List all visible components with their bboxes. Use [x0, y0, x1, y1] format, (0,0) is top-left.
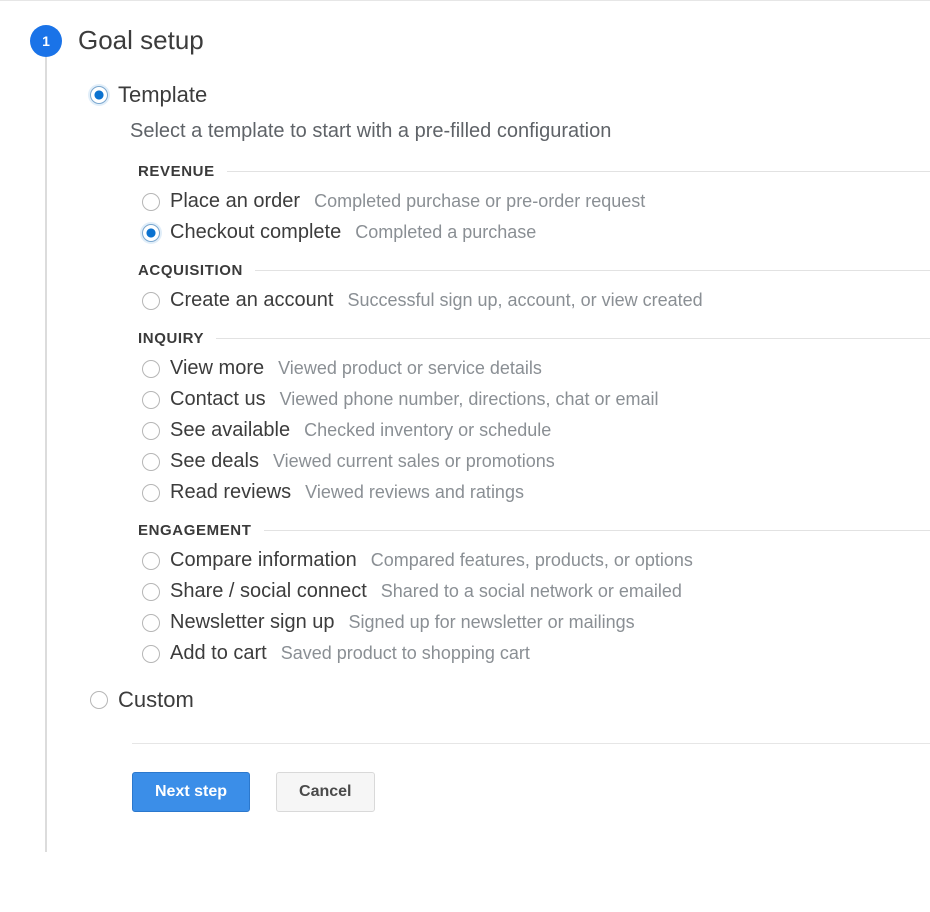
radio-icon: [90, 86, 108, 104]
template-group: INQUIRY View more Viewed product or servic…: [138, 330, 930, 504]
template-group: REVENUE Place an order Completed purchase …: [138, 163, 930, 244]
template-option-label: See available: [170, 419, 290, 442]
template-option-desc: Shared to a social network or emailed: [381, 581, 682, 602]
group-title: ENGAGEMENT: [138, 522, 252, 539]
template-option-label: Create an account: [170, 289, 333, 312]
group-heading: ACQUISITION: [138, 262, 930, 279]
template-option-label: View more: [170, 357, 264, 380]
template-group: ACQUISITION Create an account Successful s…: [138, 262, 930, 312]
goal-type-template-label: Template: [118, 82, 207, 108]
template-option[interactable]: Place an order Completed purchase or pre-…: [142, 190, 930, 213]
radio-icon: [142, 583, 160, 601]
template-option-desc: Completed a purchase: [355, 222, 536, 243]
divider-line: [227, 171, 930, 172]
template-option-desc: Viewed reviews and ratings: [305, 482, 524, 503]
template-option-label: Compare information: [170, 549, 357, 572]
radio-icon: [142, 360, 160, 378]
template-group: ENGAGEMENT Compare information Compared fe…: [138, 522, 930, 665]
radio-icon: [142, 645, 160, 663]
radio-icon: [142, 453, 160, 471]
goal-type-custom-option[interactable]: Custom: [90, 687, 930, 713]
template-option-label: See deals: [170, 450, 259, 473]
divider-line: [216, 338, 930, 339]
group-title: REVENUE: [138, 163, 215, 180]
group-heading: REVENUE: [138, 163, 930, 180]
template-option[interactable]: Read reviews Viewed reviews and ratings: [142, 481, 930, 504]
template-option[interactable]: Contact us Viewed phone number, direction…: [142, 388, 930, 411]
template-option-desc: Checked inventory or schedule: [304, 420, 551, 441]
template-option[interactable]: Create an account Successful sign up, acc…: [142, 289, 930, 312]
radio-icon: [142, 391, 160, 409]
template-option[interactable]: Checkout complete Completed a purchase: [142, 221, 930, 244]
step-connector-line: [45, 57, 47, 852]
template-option-desc: Signed up for newsletter or mailings: [349, 612, 635, 633]
template-option[interactable]: See available Checked inventory or schedu…: [142, 419, 930, 442]
template-option-desc: Saved product to shopping cart: [281, 643, 530, 664]
template-option-label: Contact us: [170, 388, 266, 411]
radio-icon: [142, 484, 160, 502]
template-option-label: Share / social connect: [170, 580, 367, 603]
template-option-label: Newsletter sign up: [170, 611, 335, 634]
cancel-button[interactable]: Cancel: [276, 772, 374, 812]
template-option-desc: Viewed product or service details: [278, 358, 542, 379]
template-option[interactable]: Compare information Compared features, pr…: [142, 549, 930, 572]
divider-line: [255, 270, 930, 271]
divider-line: [264, 530, 930, 531]
radio-icon: [142, 193, 160, 211]
template-option[interactable]: Newsletter sign up Signed up for newslett…: [142, 611, 930, 634]
template-option-desc: Viewed current sales or promotions: [273, 451, 555, 472]
radio-icon: [142, 224, 160, 242]
radio-icon: [142, 422, 160, 440]
template-option-desc: Compared features, products, or options: [371, 550, 693, 571]
template-option-desc: Viewed phone number, directions, chat or…: [280, 389, 659, 410]
group-heading: INQUIRY: [138, 330, 930, 347]
template-option-desc: Completed purchase or pre-order request: [314, 191, 645, 212]
template-option-desc: Successful sign up, account, or view cre…: [347, 290, 702, 311]
group-title: ACQUISITION: [138, 262, 243, 279]
next-step-button[interactable]: Next step: [132, 772, 250, 812]
template-option[interactable]: Add to cart Saved product to shopping car…: [142, 642, 930, 665]
radio-icon: [142, 292, 160, 310]
template-option-label: Place an order: [170, 190, 300, 213]
step-title: Goal setup: [78, 25, 930, 56]
radio-icon: [90, 691, 108, 709]
template-option[interactable]: View more Viewed product or service detai…: [142, 357, 930, 380]
radio-icon: [142, 552, 160, 570]
template-option-label: Add to cart: [170, 642, 267, 665]
template-option[interactable]: See deals Viewed current sales or promoti…: [142, 450, 930, 473]
template-help-text: Select a template to start with a pre-fi…: [130, 120, 930, 143]
template-option-label: Read reviews: [170, 481, 291, 504]
template-option[interactable]: Share / social connect Shared to a social…: [142, 580, 930, 603]
group-heading: ENGAGEMENT: [138, 522, 930, 539]
goal-type-template-option[interactable]: Template: [90, 82, 930, 108]
goal-type-custom-label: Custom: [118, 687, 194, 713]
group-title: INQUIRY: [138, 330, 204, 347]
step-number-badge: 1: [30, 25, 62, 57]
radio-icon: [142, 614, 160, 632]
template-option-label: Checkout complete: [170, 221, 341, 244]
